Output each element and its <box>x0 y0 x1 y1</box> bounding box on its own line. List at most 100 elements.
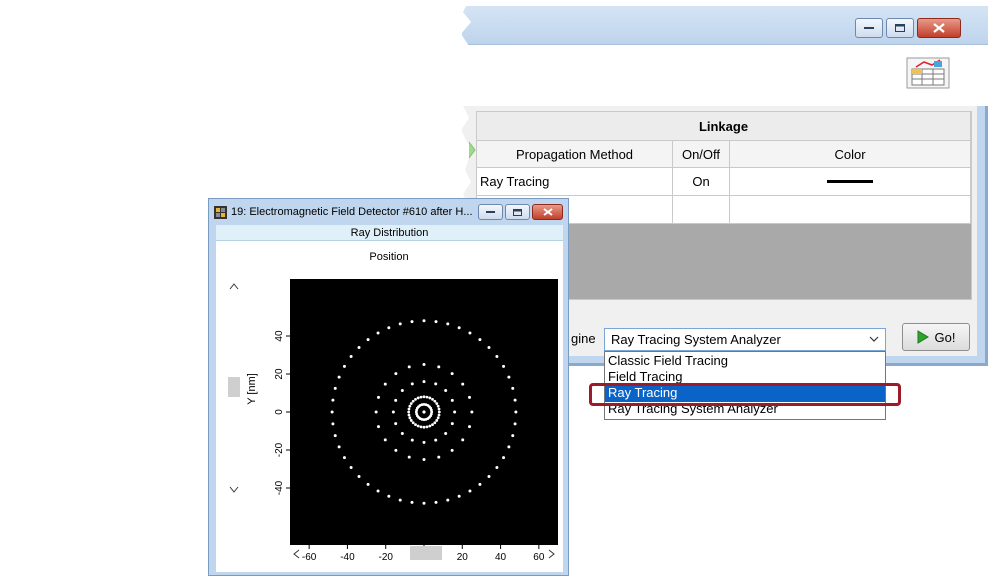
ray-point <box>383 382 387 386</box>
column-header-method[interactable]: Propagation Method <box>477 141 673 168</box>
ray-point <box>502 456 506 460</box>
ray-point <box>434 320 438 324</box>
ray-point <box>407 413 411 417</box>
detector-window: 19: Electromagnetic Field Detector #610 … <box>208 198 569 576</box>
ray-point <box>387 326 391 330</box>
table-chart-icon[interactable] <box>906 57 950 89</box>
ray-point <box>437 455 441 459</box>
ray-point <box>429 412 433 416</box>
ray-point <box>487 474 491 478</box>
scroll-up-icon[interactable] <box>229 283 239 290</box>
ray-point <box>437 365 441 369</box>
ray-point <box>331 422 335 426</box>
go-button-label: Go! <box>934 329 956 345</box>
close-icon[interactable] <box>917 18 961 38</box>
ray-point <box>457 494 461 498</box>
table-row-color[interactable] <box>730 168 971 196</box>
ray-point <box>410 320 414 324</box>
ray-point <box>431 397 434 401</box>
detector-app-icon <box>214 206 227 219</box>
ray-point <box>487 346 491 350</box>
detector-titlebar[interactable]: 19: Electromagnetic Field Detector #610 … <box>209 199 568 225</box>
ray-point <box>333 386 337 390</box>
ray-point <box>422 380 426 384</box>
ray-point <box>330 410 334 414</box>
ray-point <box>374 410 378 414</box>
go-button[interactable]: Go! <box>902 323 970 351</box>
ray-point <box>450 448 454 452</box>
ray-point <box>376 331 380 335</box>
ray-point <box>349 466 353 470</box>
ray-point <box>450 372 454 376</box>
ray-point <box>507 445 511 449</box>
ray-point <box>435 419 439 422</box>
ray-point <box>502 364 506 368</box>
ray-point <box>400 389 404 393</box>
chevron-down-icon[interactable] <box>869 332 879 347</box>
ray-point <box>435 402 439 405</box>
ray-point <box>434 382 438 386</box>
table-row-empty-state[interactable] <box>673 196 730 224</box>
maximize-icon[interactable] <box>886 18 914 38</box>
ray-point <box>409 402 413 405</box>
detector-maximize-icon[interactable] <box>505 204 530 220</box>
ray-point <box>495 466 499 470</box>
ray-point <box>433 399 437 403</box>
ray-point <box>437 407 441 411</box>
ray-point <box>337 375 341 379</box>
ray-point <box>436 404 440 408</box>
ray-point <box>425 395 429 399</box>
y-tick-label: 40 <box>274 330 285 342</box>
ray-point <box>331 398 335 402</box>
ray-point <box>453 410 457 414</box>
scroll-left-icon[interactable] <box>293 549 300 559</box>
ray-point <box>411 399 415 403</box>
ray-point <box>507 375 511 379</box>
ray-point <box>511 434 515 438</box>
ray-point <box>409 419 413 422</box>
ray-point <box>446 322 450 326</box>
y-tick-label: 0 <box>274 409 285 415</box>
horizontal-scroll-thumb[interactable] <box>410 546 442 560</box>
ray-point <box>422 395 426 399</box>
ray-point <box>422 363 426 366</box>
detector-title: 19: Electromagnetic Field Detector #610 … <box>231 206 473 218</box>
ray-point <box>408 416 412 420</box>
ray-point <box>408 404 412 408</box>
ray-point <box>398 498 402 502</box>
vertical-scroll-thumb[interactable] <box>228 377 240 397</box>
table-row-state[interactable]: On <box>673 168 730 196</box>
table-row-method[interactable]: Ray Tracing <box>477 168 673 196</box>
detector-tab-label[interactable]: Ray Distribution <box>216 225 563 241</box>
ray-point <box>444 389 448 393</box>
table-row-empty-color[interactable] <box>730 196 971 224</box>
ray-point <box>433 421 437 425</box>
ray-point <box>414 397 417 401</box>
column-header-onoff[interactable]: On/Off <box>673 141 730 168</box>
main-titlebar[interactable] <box>462 6 988 44</box>
minimize-icon[interactable] <box>855 18 883 38</box>
engine-select-value: Ray Tracing System Analyzer <box>611 332 781 347</box>
y-tick-label: -20 <box>274 442 285 457</box>
scroll-down-icon[interactable] <box>229 486 239 493</box>
play-icon <box>917 330 929 344</box>
ray-point <box>411 421 415 425</box>
ray-point <box>431 423 434 427</box>
ray-point <box>376 489 380 493</box>
detector-close-icon[interactable] <box>532 204 563 220</box>
engine-option-classic-field-tracing[interactable]: Classic Field Tracing <box>605 354 885 370</box>
ray-point <box>376 425 380 429</box>
ray-point <box>410 500 414 504</box>
ray-point <box>428 424 432 428</box>
ray-point <box>428 396 432 400</box>
ray-point <box>400 431 404 435</box>
scroll-right-icon[interactable] <box>548 549 555 559</box>
highlight-box <box>589 383 901 406</box>
ray-point <box>407 410 411 414</box>
ray-point <box>410 438 414 442</box>
ray-point <box>436 416 440 420</box>
x-tick-label: 60 <box>533 552 545 563</box>
engine-select[interactable]: Ray Tracing System Analyzer <box>604 328 886 351</box>
detector-minimize-icon[interactable] <box>478 204 503 220</box>
column-header-color[interactable]: Color <box>730 141 971 168</box>
